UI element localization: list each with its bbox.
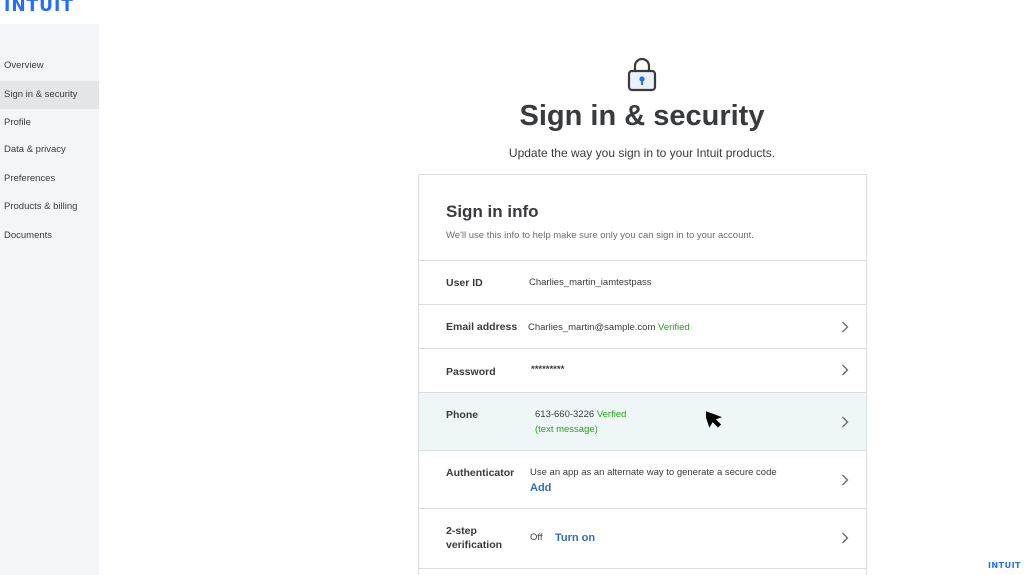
lock-icon <box>627 57 657 92</box>
mouse-cursor-icon <box>706 410 723 428</box>
sidebar-item-preferences[interactable]: Preferences <box>0 165 99 193</box>
row-label: Authenticator <box>446 467 515 479</box>
password-row[interactable]: Password ********* <box>419 348 866 392</box>
user-id-value: Charlies_martin_iamtestpass <box>529 277 652 288</box>
intuit-logo: INTUIT <box>4 0 74 16</box>
email-row[interactable]: Email address Charlies_martin@sample.com… <box>419 304 866 348</box>
card-subtitle: We'll use this info to help make sure on… <box>446 230 754 241</box>
add-authenticator-link[interactable]: Add <box>530 481 551 495</box>
sidebar-item-documents[interactable]: Documents <box>0 222 99 250</box>
next-row <box>419 568 866 575</box>
page-subtitle: Update the way you sign in to your Intui… <box>508 146 776 160</box>
turn-on-link[interactable]: Turn on <box>555 531 595 545</box>
chevron-right-icon <box>842 532 849 544</box>
user-id-row: User ID Charlies_martin_iamtestpass <box>419 260 866 304</box>
row-label: Phone <box>446 409 479 421</box>
two-step-status: Off <box>530 532 543 543</box>
chevron-right-icon <box>842 321 849 333</box>
phone-value: 613-660-3226 Verfied <box>535 408 626 422</box>
phone-row[interactable]: Phone 613-660-3226 Verfied (text message… <box>419 392 866 450</box>
verified-badge: Verfied <box>596 409 627 420</box>
password-value: ********* <box>531 364 565 375</box>
row-label: 2-step verification <box>446 524 502 552</box>
row-label-line2: verification <box>446 539 503 551</box>
intuit-footer-logo: INTUIT <box>987 561 1021 570</box>
chevron-right-icon <box>842 364 849 376</box>
page-title: Sign in & security <box>519 100 765 132</box>
row-label: Email address <box>446 321 518 333</box>
email-value: Charlies_martin@sample.com Verified <box>528 321 690 335</box>
sign-in-info-card: Sign in info We'll use this info to help… <box>418 174 867 575</box>
authenticator-row[interactable]: Authenticator Use an app as an alternate… <box>419 450 866 508</box>
phone-number: 613-660-3226 <box>535 409 595 420</box>
email-text: Charlies_martin@sample.com <box>528 322 656 333</box>
row-label: Password <box>446 366 496 378</box>
sidebar-item-overview[interactable]: Overview <box>0 52 99 80</box>
chevron-right-icon <box>842 416 849 428</box>
sidebar-item-products-billing[interactable]: Products & billing <box>0 193 99 221</box>
card-title: Sign in info <box>446 202 539 221</box>
chevron-right-icon <box>842 474 849 486</box>
phone-note: (text message) <box>535 424 598 435</box>
verified-badge: Verified <box>658 322 690 333</box>
two-step-verification-row[interactable]: 2-step verification Off Turn on <box>419 508 866 568</box>
row-label: User ID <box>446 277 483 289</box>
row-label-line1: 2-step <box>446 525 477 537</box>
authenticator-description: Use an app as an alternate way to genera… <box>530 467 777 478</box>
